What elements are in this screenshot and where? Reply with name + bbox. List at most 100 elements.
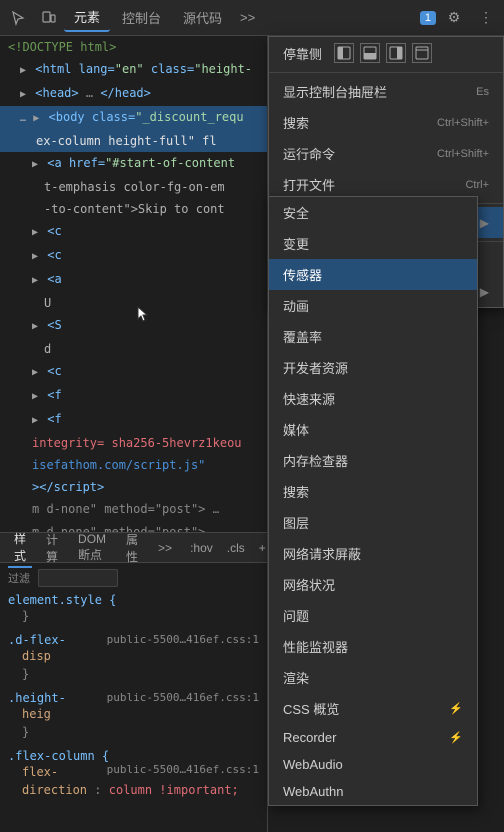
style-rule-flex-col: .flex-column { public-5500…416ef.css:1 f… bbox=[8, 749, 259, 799]
filter-row: 过滤 bbox=[8, 569, 259, 587]
menu-dev-resources[interactable]: 开发者资源 bbox=[269, 352, 477, 383]
tab-sources[interactable]: 源代码 bbox=[173, 4, 232, 31]
tab-computed[interactable]: 计算 bbox=[40, 529, 64, 567]
tab-dom-breakpoints[interactable]: DOM 断点 bbox=[72, 530, 112, 565]
arrow-icon: ▶ bbox=[32, 321, 38, 332]
dflex-close: } bbox=[8, 665, 259, 683]
dom-head[interactable]: ▶ <head> … </head> bbox=[0, 82, 267, 106]
disp-prop: disp bbox=[8, 647, 259, 665]
dom-a2[interactable]: ▶ <a bbox=[0, 268, 267, 292]
menu-search-cm[interactable]: 搜索 Ctrl+Shift+ bbox=[269, 107, 503, 138]
filter-label: 过滤 bbox=[8, 570, 30, 586]
arrow-icon: ▶ bbox=[32, 367, 38, 378]
menu-security[interactable]: 安全 bbox=[269, 197, 477, 228]
dom-body[interactable]: … ▶ <body class="_discount_requ bbox=[0, 106, 267, 130]
cls-button[interactable]: .cls bbox=[223, 539, 249, 557]
menu-css-overview[interactable]: CSS 概览 ⚡ bbox=[269, 693, 477, 724]
dom-d: d bbox=[0, 338, 267, 360]
menu-coverage[interactable]: 覆盖率 bbox=[269, 321, 477, 352]
menu-request-blocking[interactable]: 网络请求屏蔽 bbox=[269, 538, 477, 569]
sub-menu-more-tools: 安全 变更 传感器 动画 覆盖率 开发者资源 快速来源 媒体 内存检查器 搜索 … bbox=[268, 196, 478, 806]
help-submenu-arrow-icon: ▶ bbox=[480, 285, 489, 299]
notification-badge: 1 bbox=[420, 11, 436, 25]
bottom-controls: :hov .cls + 📌 📥 ⬜ bbox=[186, 539, 268, 557]
dom-script-src[interactable]: isefathom.com/script.js" bbox=[0, 454, 267, 476]
more-options-icon[interactable]: ⋮ bbox=[472, 4, 500, 32]
menu-recorder[interactable]: Recorder ⚡ bbox=[269, 724, 477, 751]
style-rule-element: element.style { } bbox=[8, 593, 259, 625]
dom-s[interactable]: ▶ <S bbox=[0, 314, 267, 338]
tab-elements[interactable]: 元素 bbox=[64, 3, 110, 32]
dom-f1[interactable]: ▶ <f bbox=[0, 384, 267, 408]
menu-sensors[interactable]: 传感器 bbox=[269, 259, 477, 290]
dom-f2[interactable]: ▶ <f bbox=[0, 408, 267, 432]
dom-text1: t-emphasis color-fg-on-em bbox=[0, 176, 267, 198]
dock-window-icon[interactable] bbox=[412, 43, 432, 63]
more-tabs-bottom[interactable]: >> bbox=[152, 539, 178, 557]
menu-run-command[interactable]: 运行命令 Ctrl+Shift+ bbox=[269, 138, 503, 169]
menu-quick-source[interactable]: 快速来源 bbox=[269, 383, 477, 414]
style-rule-dflex: .d-flex- public-5500…416ef.css:1 disp } bbox=[8, 633, 259, 683]
arrow-icon: ▶ bbox=[20, 65, 26, 76]
menu-search[interactable]: 搜索 bbox=[269, 476, 477, 507]
menu-memory-inspector[interactable]: 内存检查器 bbox=[269, 445, 477, 476]
filter-input[interactable] bbox=[38, 569, 118, 587]
menu-network-conditions[interactable]: 网络状况 bbox=[269, 569, 477, 600]
arrow-icon: ▶ bbox=[32, 391, 38, 402]
bottom-panel: 样式 计算 布局 事件监听器 DOM 断点 属性 >> :hov .cls + … bbox=[0, 532, 267, 832]
arrow-icon: ▶ bbox=[32, 159, 38, 170]
menu-rendering[interactable]: 渲染 bbox=[269, 662, 477, 693]
tab-properties[interactable]: 属性 bbox=[120, 529, 144, 567]
menu-changes[interactable]: 变更 bbox=[269, 228, 477, 259]
dom-c2[interactable]: ▶ <c bbox=[0, 244, 267, 268]
more-tabs-button[interactable]: >> bbox=[234, 6, 261, 29]
arrow-icon: ▶ bbox=[32, 251, 38, 262]
menu-animation[interactable]: 动画 bbox=[269, 290, 477, 321]
menu-issues[interactable]: 问题 bbox=[269, 600, 477, 631]
height-selector: .height- public-5500…416ef.css:1 bbox=[8, 691, 259, 705]
dom-c1[interactable]: ▶ <c bbox=[0, 220, 267, 244]
dom-panel: <!DOCTYPE html> ▶ <html lang="en" class=… bbox=[0, 36, 268, 832]
add-rule-button[interactable]: + bbox=[255, 539, 268, 557]
submenu-arrow-icon: ▶ bbox=[480, 216, 489, 230]
menu-show-console-drawer[interactable]: 显示控制台抽屉栏 Es bbox=[269, 76, 503, 107]
element-style-selector: element.style { bbox=[8, 593, 259, 607]
style-rule-height: .height- public-5500…416ef.css:1 heig } bbox=[8, 691, 259, 741]
bottom-tabs-bar: 样式 计算 布局 事件监听器 DOM 断点 属性 >> :hov .cls + … bbox=[0, 533, 267, 563]
dock-left-icon[interactable] bbox=[334, 43, 354, 63]
dflex-selector: .d-flex- public-5500…416ef.css:1 bbox=[8, 633, 259, 647]
dom-doctype: <!DOCTYPE html> bbox=[0, 36, 267, 58]
dom-html[interactable]: ▶ <html lang="en" class="height- bbox=[0, 58, 267, 82]
arrow-icon: ▶ bbox=[32, 415, 38, 426]
menu-media[interactable]: 媒体 bbox=[269, 414, 477, 445]
dom-u: U bbox=[0, 292, 267, 314]
dom-form1: m d-none" method="post"> … bbox=[0, 498, 267, 521]
styles-panel: 过滤 element.style { } .d-flex- public-550… bbox=[0, 563, 267, 813]
dom-script-close: ></script> bbox=[0, 476, 267, 498]
dom-body-cont: ex-column height-full" fl bbox=[0, 130, 267, 152]
dock-bottom-icon[interactable] bbox=[360, 43, 380, 63]
menu-divider-1 bbox=[269, 72, 503, 73]
menu-webaudio[interactable]: WebAudio bbox=[269, 751, 477, 778]
arrow-icon: ▶ bbox=[32, 227, 38, 238]
element-style-close: } bbox=[8, 607, 259, 625]
tab-styles[interactable]: 样式 bbox=[8, 528, 32, 568]
dom-c3[interactable]: ▶ <c bbox=[0, 360, 267, 384]
menu-layers[interactable]: 图层 bbox=[269, 507, 477, 538]
dock-right-icon[interactable] bbox=[386, 43, 406, 63]
triple-dot-icon: … bbox=[20, 113, 26, 124]
dom-a1[interactable]: ▶ <a href="#start-of-content bbox=[0, 152, 267, 176]
hov-button[interactable]: :hov bbox=[186, 539, 217, 557]
menu-webauthn[interactable]: WebAuthn bbox=[269, 778, 477, 805]
arrow-icon: ▶ bbox=[32, 275, 38, 286]
device-icon[interactable] bbox=[34, 4, 62, 32]
height-prop: heig bbox=[8, 705, 259, 723]
tab-console[interactable]: 控制台 bbox=[112, 4, 171, 31]
height-close: } bbox=[8, 723, 259, 741]
arrow-icon: ▶ bbox=[20, 89, 26, 100]
inspect-icon[interactable] bbox=[4, 4, 32, 32]
settings-icon[interactable]: ⚙ bbox=[440, 4, 468, 32]
arrow-icon: ▶ bbox=[33, 113, 39, 124]
menu-dock[interactable]: 停靠侧 bbox=[269, 37, 503, 69]
menu-performance-monitor[interactable]: 性能监视器 bbox=[269, 631, 477, 662]
